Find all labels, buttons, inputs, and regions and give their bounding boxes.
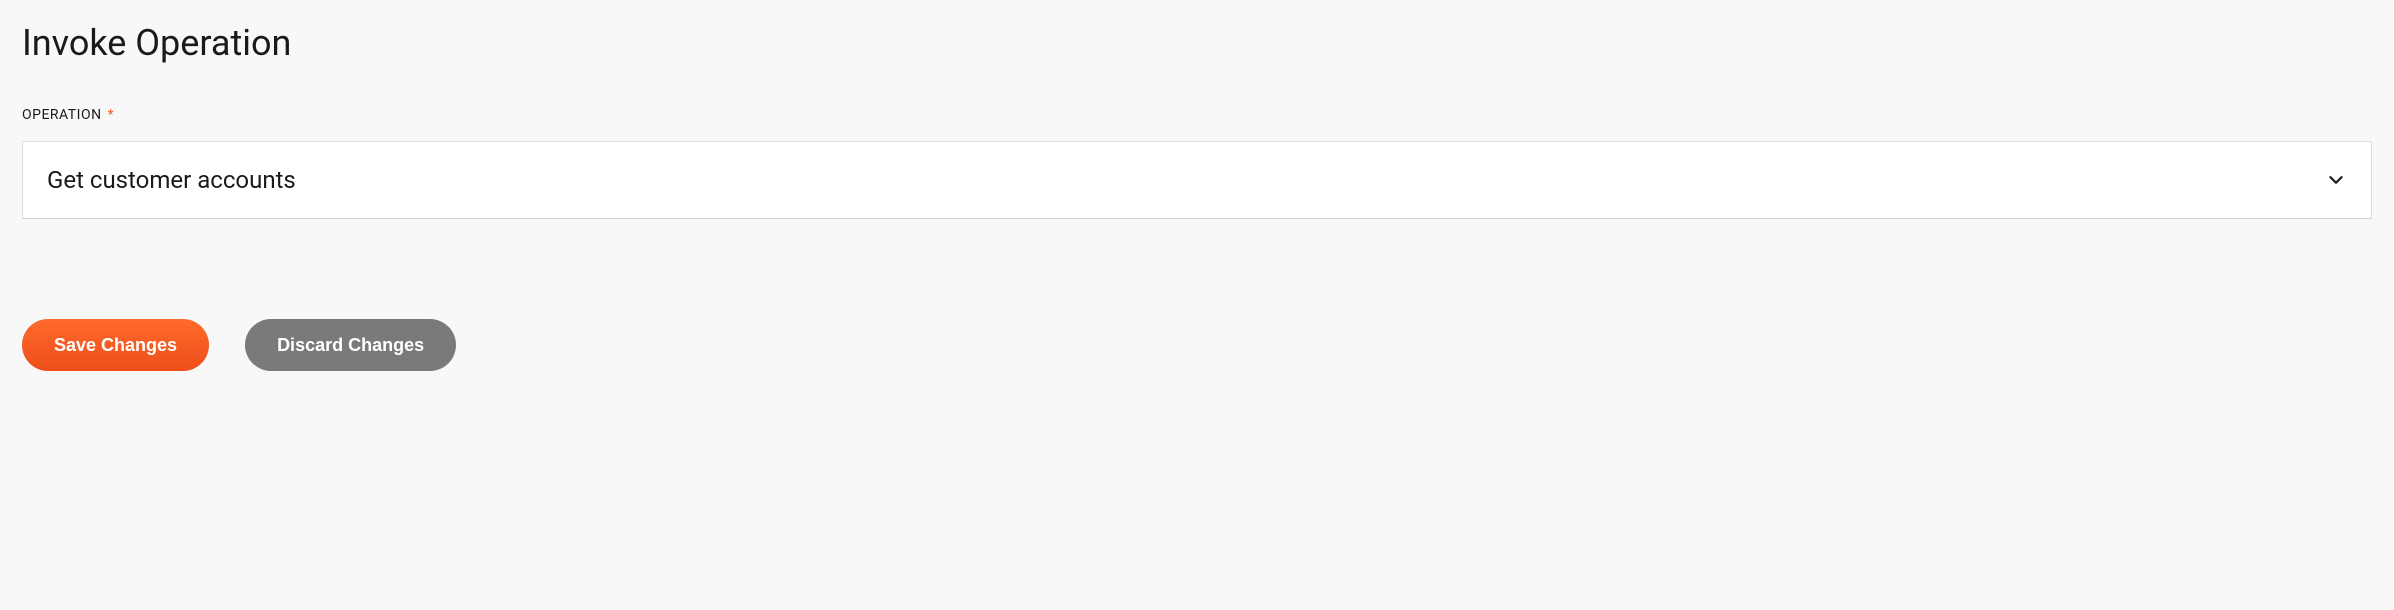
button-row: Save Changes Discard Changes	[22, 319, 2372, 371]
page-title: Invoke Operation	[22, 22, 2372, 64]
operation-select-value: Get customer accounts	[47, 166, 2325, 194]
operation-label: OPERATION *	[22, 107, 114, 123]
chevron-down-icon	[2325, 169, 2347, 191]
discard-changes-button[interactable]: Discard Changes	[245, 319, 456, 371]
operation-label-text: OPERATION	[22, 107, 102, 123]
save-changes-button[interactable]: Save Changes	[22, 319, 209, 371]
required-asterisk: *	[108, 107, 115, 123]
operation-select[interactable]: Get customer accounts	[22, 141, 2372, 219]
operation-field-container: OPERATION * Get customer accounts	[22, 104, 2372, 219]
